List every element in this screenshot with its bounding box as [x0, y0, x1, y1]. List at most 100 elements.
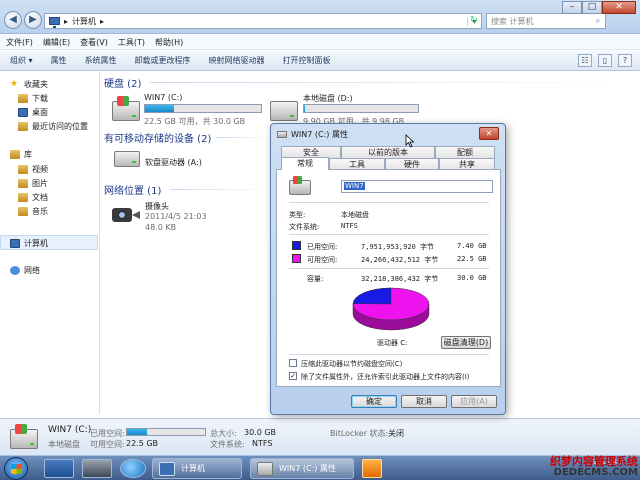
camera-name: 摄像头: [145, 202, 169, 211]
network-icon: [10, 265, 20, 275]
media-player-icon[interactable]: [362, 459, 382, 478]
nav-item-videos[interactable]: 视频: [18, 163, 48, 175]
show-desktop-icon[interactable]: [44, 459, 74, 478]
camera-size: 48.0 KB: [145, 223, 177, 232]
nav-item-label: 视频: [32, 164, 48, 174]
nav-item-label: 文档: [32, 192, 48, 202]
computer-icon: [159, 462, 175, 476]
free-space-label: 可用空间:: [307, 256, 338, 264]
disk-cleanup-button[interactable]: 磁盘清理(D): [441, 336, 491, 349]
details-total-value: 30.0 GB: [244, 428, 277, 437]
downloads-folder-icon: [18, 93, 28, 103]
nav-computer[interactable]: 计算机: [10, 237, 48, 249]
nav-favorites[interactable]: ★ 收藏夹: [10, 78, 48, 90]
search-icon[interactable]: ⌕: [591, 16, 605, 26]
nav-libraries[interactable]: 库: [10, 148, 32, 160]
nav-item-music[interactable]: 音乐: [18, 205, 48, 217]
apply-button[interactable]: 应用(A): [451, 395, 497, 408]
nav-computer-label: 计算机: [24, 238, 48, 248]
view-options-icon[interactable]: ☷: [578, 54, 592, 67]
music-icon: [18, 206, 28, 216]
system-properties-button[interactable]: 系统属性: [85, 55, 117, 66]
breadcrumb[interactable]: 计算机: [72, 16, 96, 27]
dialog-title-bar: WIN7 (C:) 属性: [277, 129, 348, 140]
nav-item-downloads[interactable]: 下载: [18, 92, 48, 104]
nav-item-documents[interactable]: 文档: [18, 191, 48, 203]
nav-item-recent[interactable]: 最近访问的位置: [18, 120, 88, 132]
properties-button[interactable]: 属性: [51, 55, 67, 66]
drive-letter-label: 驱动器 C:: [377, 339, 408, 347]
drive-name: 本地磁盘 (D:): [303, 94, 353, 103]
used-space-label: 已用空间:: [307, 243, 338, 251]
details-pane: WIN7 (C:) 本地磁盘 已用空间: 可用空间: 22.5 GB 总大小: …: [0, 418, 640, 455]
compress-drive-checkbox[interactable]: [289, 359, 297, 367]
nav-item-desktop[interactable]: 桌面: [18, 106, 48, 118]
pie-slice-used: [352, 287, 392, 305]
taskbar-item-properties[interactable]: WIN7 (C:) 属性: [250, 458, 354, 479]
close-button[interactable]: ✕: [602, 1, 636, 14]
menu-file[interactable]: 文件(F): [6, 37, 33, 48]
details-total-label: 总大小:: [210, 429, 237, 438]
caption-buttons: – □ ✕: [562, 1, 636, 14]
nav-item-label: 下载: [32, 93, 48, 103]
address-bar[interactable]: ▸ 计算机 ▸ ▾: [44, 13, 482, 29]
breadcrumb-sep: ▸: [100, 16, 105, 26]
back-button[interactable]: ◀: [4, 11, 22, 29]
help-icon[interactable]: ?: [618, 54, 632, 67]
library-icon: [10, 149, 20, 159]
dialog-close-button[interactable]: ✕: [479, 127, 499, 140]
taskbar: 计算机 WIN7 (C:) 属性 2011/4/5: [0, 455, 640, 480]
internet-explorer-icon[interactable]: [120, 459, 146, 478]
videos-icon: [18, 164, 28, 174]
organize-button[interactable]: 组织 ▾: [10, 55, 33, 66]
menu-view[interactable]: 查看(V): [80, 37, 108, 48]
system-drive-icon: [289, 176, 311, 195]
minimize-button[interactable]: –: [562, 1, 582, 14]
details-capacity-bar: [126, 428, 206, 436]
tab-general[interactable]: 常规: [281, 157, 329, 170]
drive-icon: [257, 462, 273, 476]
capacity-gb: 30.0 GB: [457, 274, 487, 282]
group-removable-storage[interactable]: 有可移动存储的设备 (2): [104, 130, 211, 145]
taskbar-item-computer[interactable]: 计算机: [152, 458, 242, 479]
type-value: 本地磁盘: [341, 211, 369, 219]
nav-favorites-label: 收藏夹: [24, 79, 48, 89]
divider: [289, 202, 489, 203]
refresh-icon[interactable]: ↻: [466, 13, 482, 29]
index-contents-checkbox[interactable]: ✓: [289, 372, 297, 380]
watermark-line-1: 织梦内容管理系统: [550, 455, 638, 468]
command-bar: 组织 ▾ 属性 系统属性 卸载或更改程序 映射网络驱动器 打开控制面板 ☷ ▯ …: [0, 51, 640, 71]
maximize-button[interactable]: □: [582, 1, 602, 14]
menu-bar: 文件(F) 编辑(E) 查看(V) 工具(T) 帮助(H): [0, 35, 640, 50]
search-input[interactable]: 搜索 计算机 ⌕: [486, 13, 606, 29]
group-hard-disks[interactable]: 硬盘 (2): [104, 75, 141, 90]
open-control-panel-button[interactable]: 打开控制面板: [283, 55, 331, 66]
volume-name-input[interactable]: WIN7: [341, 180, 493, 193]
capacity-fill: [145, 105, 174, 112]
ok-button[interactable]: 确定: [351, 395, 397, 408]
group-divider: [170, 189, 270, 190]
tab-previous-versions[interactable]: 以前的版本: [341, 146, 435, 158]
start-button[interactable]: [4, 457, 28, 480]
details-drive-name: WIN7 (C:): [48, 425, 92, 435]
switch-windows-icon[interactable]: [82, 459, 112, 478]
cancel-button[interactable]: 取消: [401, 395, 447, 408]
preview-pane-icon[interactable]: ▯: [598, 54, 612, 67]
used-space-bytes: 7,951,953,920 字节: [361, 243, 435, 251]
map-network-drive-button[interactable]: 映射网络驱动器: [209, 55, 265, 66]
menu-tools[interactable]: 工具(T): [118, 37, 145, 48]
forward-button[interactable]: ▶: [24, 11, 42, 29]
tab-quota[interactable]: 配额: [435, 146, 495, 158]
nav-item-pictures[interactable]: 图片: [18, 177, 48, 189]
uninstall-program-button[interactable]: 卸载或更改程序: [135, 55, 191, 66]
group-network-locations[interactable]: 网络位置 (1): [104, 182, 161, 197]
nav-network[interactable]: 网络: [10, 264, 40, 276]
search-placeholder: 搜索 计算机: [491, 16, 534, 26]
system-drive-icon: [10, 424, 38, 449]
group-divider: [216, 137, 270, 138]
computer-icon: [49, 17, 60, 28]
nav-libraries-label: 库: [24, 149, 32, 159]
details-free-label: 可用空间:: [90, 440, 125, 449]
menu-edit[interactable]: 编辑(E): [43, 37, 70, 48]
menu-help[interactable]: 帮助(H): [155, 37, 183, 48]
